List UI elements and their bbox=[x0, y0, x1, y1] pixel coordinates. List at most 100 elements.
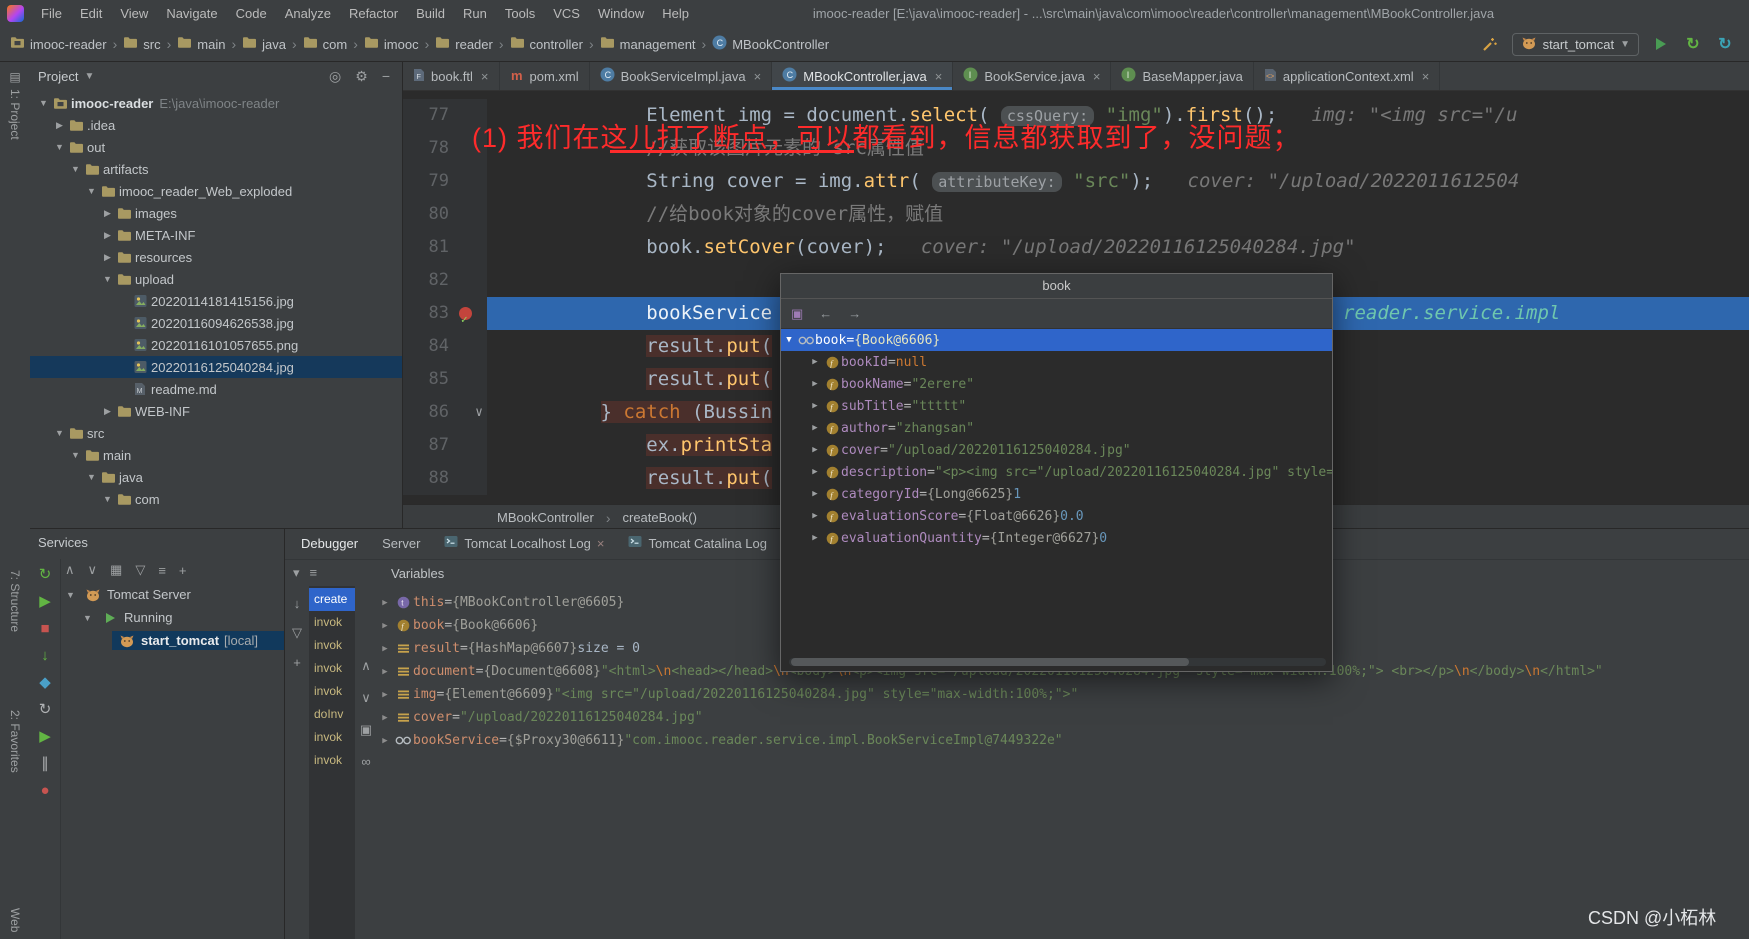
forward-icon[interactable]: → bbox=[848, 306, 861, 321]
debug-action-icon[interactable]: ↓ bbox=[41, 648, 49, 664]
popup-field-row[interactable]: ▶fauthor = "zhangsan" bbox=[781, 417, 1332, 439]
stack-frame-row[interactable]: invok bbox=[309, 726, 355, 749]
project-panel-title[interactable]: Project bbox=[38, 69, 78, 84]
editor-tab-basemapper.java[interactable]: IBaseMapper.java bbox=[1111, 62, 1253, 90]
project-tree-row[interactable]: ▼upload bbox=[30, 268, 402, 290]
frames-tool-icon[interactable]: + bbox=[293, 655, 301, 670]
variable-row[interactable]: ▶bookService = {$Proxy30@6611} "com.imoo… bbox=[377, 729, 1749, 752]
stack-frame-row[interactable]: invok bbox=[309, 634, 355, 657]
stack-frame-row[interactable]: invok bbox=[309, 680, 355, 703]
chevron-right-icon[interactable]: ▶ bbox=[377, 690, 393, 700]
frames-view-icon[interactable]: ≡ bbox=[310, 565, 318, 581]
project-tree-row[interactable]: ▼out bbox=[30, 136, 402, 158]
editor-gutter[interactable]: 87 bbox=[403, 429, 487, 462]
chevron-right-icon[interactable]: ▶ bbox=[807, 511, 823, 521]
popup-field-row[interactable]: ▶fcover = "/upload/20220116125040284.jpg… bbox=[781, 439, 1332, 461]
breadcrumb-item-main[interactable]: main bbox=[177, 36, 225, 52]
breadcrumb-item-controller[interactable]: controller bbox=[510, 36, 583, 52]
menu-file[interactable]: File bbox=[32, 1, 71, 27]
chevron-right-icon[interactable]: ▶ bbox=[52, 120, 67, 131]
services-toolbar-icon[interactable]: ▦ bbox=[110, 562, 122, 578]
chevron-down-icon[interactable]: ▼ bbox=[84, 186, 99, 196]
services-toolbar-icon[interactable]: ∧ bbox=[65, 562, 75, 578]
project-tree-row[interactable]: 20220116101057655.png bbox=[30, 334, 402, 356]
menu-help[interactable]: Help bbox=[653, 1, 698, 27]
chevron-down-icon[interactable]: ▼ bbox=[68, 164, 83, 174]
editor-gutter[interactable]: 86∨ bbox=[403, 396, 487, 429]
variable-row[interactable]: ▶cover = "/upload/20220116125040284.jpg" bbox=[377, 706, 1749, 729]
popup-field-row[interactable]: ▶fcategoryId = {Long@6625} 1 bbox=[781, 483, 1332, 505]
toolwindow-tab-favorites[interactable]: 2: Favorites bbox=[0, 710, 30, 773]
menu-run[interactable]: Run bbox=[454, 1, 496, 27]
locate-file-icon[interactable]: ◎ bbox=[325, 68, 345, 85]
editor-tab-mbookcontroller.java[interactable]: CMBookController.java× bbox=[772, 62, 953, 90]
wand-icon[interactable] bbox=[1480, 34, 1500, 54]
project-tree-row[interactable]: ▼java bbox=[30, 466, 402, 488]
services-tree-row[interactable]: ▼Tomcat Server bbox=[61, 583, 284, 606]
chevron-down-icon[interactable]: ▼ bbox=[84, 71, 94, 82]
stack-frame-row[interactable]: invok bbox=[309, 611, 355, 634]
project-tree-row[interactable]: ▶WEB-INF bbox=[30, 400, 402, 422]
breakpoint-icon[interactable] bbox=[459, 307, 472, 320]
hide-panel-icon[interactable]: − bbox=[378, 68, 394, 84]
popup-root-row[interactable]: ▼book = {Book@6606} bbox=[781, 329, 1332, 351]
stack-frame-row[interactable]: create bbox=[309, 588, 355, 611]
chevron-right-icon[interactable]: ▶ bbox=[100, 406, 115, 417]
breadcrumb-item-com[interactable]: com bbox=[303, 36, 348, 52]
frames-tool-icon[interactable]: ↓ bbox=[294, 596, 301, 611]
view-options-icon[interactable]: ▣ bbox=[791, 306, 803, 322]
breadcrumb-class[interactable]: MBookController bbox=[497, 510, 594, 525]
chevron-right-icon[interactable]: ▶ bbox=[807, 401, 823, 411]
breadcrumb-item-imooc[interactable]: imooc bbox=[364, 36, 419, 52]
chevron-right-icon[interactable]: ▶ bbox=[100, 208, 115, 219]
project-tree-row[interactable]: ▼imooc_reader_Web_exploded bbox=[30, 180, 402, 202]
chevron-right-icon[interactable]: ▶ bbox=[807, 357, 823, 367]
chevron-down-icon[interactable]: ▼ bbox=[781, 335, 797, 345]
popup-hscrollbar-thumb[interactable] bbox=[791, 658, 1189, 666]
chevron-right-icon[interactable]: ▶ bbox=[377, 713, 393, 723]
frames-tool-icon[interactable]: ▽ bbox=[292, 625, 302, 641]
services-tree-row[interactable]: ▼Running bbox=[61, 606, 284, 629]
chevron-down-icon[interactable]: ▼ bbox=[100, 274, 115, 284]
variables-strip-icon[interactable]: ▣ bbox=[360, 722, 372, 738]
chevron-right-icon[interactable]: ▶ bbox=[807, 533, 823, 543]
chevron-down-icon[interactable]: ▼ bbox=[68, 450, 83, 460]
editor-gutter[interactable]: 84 bbox=[403, 330, 487, 363]
chevron-down-icon[interactable]: ▼ bbox=[84, 472, 99, 482]
editor-gutter[interactable]: 85 bbox=[403, 363, 487, 396]
editor-gutter[interactable]: 79 bbox=[403, 165, 487, 198]
debug-action-icon[interactable]: ◆ bbox=[39, 675, 51, 691]
project-tree-row[interactable]: ▶images bbox=[30, 202, 402, 224]
chevron-down-icon[interactable]: ▼ bbox=[52, 428, 67, 438]
chevron-right-icon[interactable]: ▶ bbox=[807, 423, 823, 433]
back-icon[interactable]: ← bbox=[819, 306, 832, 321]
popup-field-row[interactable]: ▶fsubTitle = "ttttt" bbox=[781, 395, 1332, 417]
breadcrumb-method[interactable]: createBook() bbox=[623, 510, 697, 525]
debug-action-icon[interactable]: ▶ bbox=[39, 729, 51, 745]
close-icon[interactable]: × bbox=[754, 69, 762, 84]
menu-window[interactable]: Window bbox=[589, 1, 653, 27]
popup-title[interactable]: book bbox=[781, 274, 1332, 299]
popup-field-row[interactable]: ▶fdescription = "<p><img src="/upload/20… bbox=[781, 461, 1332, 483]
editor-tab-pom.xml[interactable]: mpom.xml bbox=[500, 62, 590, 90]
popup-field-row[interactable]: ▶fbookName = "2erere" bbox=[781, 373, 1332, 395]
frames-view-icon[interactable]: ▾ bbox=[293, 565, 300, 581]
editor-tab-bookserviceimpl.java[interactable]: CBookServiceImpl.java× bbox=[590, 62, 773, 90]
chevron-right-icon[interactable]: ▶ bbox=[377, 621, 393, 631]
breadcrumb-item-mbookcontroller[interactable]: CMBookController bbox=[712, 35, 829, 53]
debug-action-icon[interactable]: ↻ bbox=[39, 567, 52, 583]
update-application-button[interactable]: ↻ bbox=[1683, 34, 1703, 54]
popup-field-row[interactable]: ▶fevaluationQuantity = {Integer@6627} 0 bbox=[781, 527, 1332, 549]
variables-strip-icon[interactable]: ∨ bbox=[361, 690, 371, 706]
services-toolbar-icon[interactable]: ∨ bbox=[88, 562, 98, 578]
toolwindow-tab-structure[interactable]: 7: Structure bbox=[0, 570, 30, 632]
close-icon[interactable]: × bbox=[1422, 69, 1430, 84]
project-tree-row[interactable]: ▶META-INF bbox=[30, 224, 402, 246]
editor-gutter[interactable]: 88 bbox=[403, 462, 487, 495]
chevron-right-icon[interactable]: ▶ bbox=[377, 644, 393, 654]
project-tree-row[interactable]: ▼main bbox=[30, 444, 402, 466]
chevron-right-icon[interactable]: ▶ bbox=[807, 379, 823, 389]
chevron-down-icon[interactable]: ▼ bbox=[63, 590, 78, 600]
project-tree-row[interactable]: ▼src bbox=[30, 422, 402, 444]
editor-tab-applicationcontext.xml[interactable]: <>applicationContext.xml× bbox=[1254, 62, 1440, 90]
